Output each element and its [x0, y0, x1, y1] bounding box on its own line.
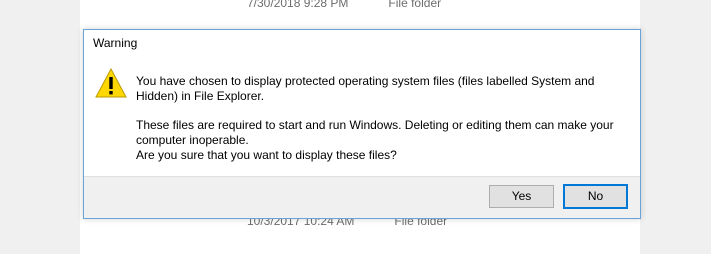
yes-button[interactable]: Yes [489, 185, 554, 208]
dialog-button-bar: Yes No [84, 176, 640, 218]
message-paragraph: These files are required to start and ru… [136, 118, 614, 147]
warning-icon [95, 68, 127, 98]
dialog-message: You have chosen to display protected ope… [136, 74, 631, 163]
no-button[interactable]: No [563, 184, 628, 209]
file-date: 7/30/2018 9:28 PM [247, 0, 349, 10]
background-file-row: 7/30/2018 9:28 PM File folder [247, 0, 441, 10]
file-type: File folder [388, 0, 442, 10]
message-paragraph: You have chosen to display protected ope… [136, 74, 595, 103]
dialog-title: Warning [93, 36, 138, 50]
message-question: Are you sure that you want to display th… [136, 148, 397, 162]
warning-dialog: Warning You have chosen to display prote… [83, 29, 641, 219]
